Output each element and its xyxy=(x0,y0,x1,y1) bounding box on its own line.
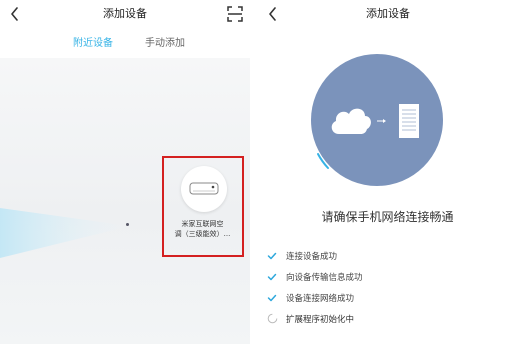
radar-dot xyxy=(126,223,129,226)
loading-spinner-icon xyxy=(266,313,278,325)
device-panel-icon xyxy=(399,104,419,138)
right-screen: 添加设备 请确保手机网络连接畅通 连接设备成功 向设备传输信息成功 设备连接网络… xyxy=(258,0,517,344)
nearby-device-card[interactable]: 米家互联网空 调（三级能效）... xyxy=(164,158,241,254)
tab-manual-add[interactable]: 手动添加 xyxy=(145,34,185,49)
connection-steps: 连接设备成功 向设备传输信息成功 设备连接网络成功 扩展程序初始化中 xyxy=(266,245,506,329)
air-conditioner-icon xyxy=(189,182,219,195)
connection-illustration xyxy=(311,54,443,186)
device-name-line1: 米家互联网空 xyxy=(181,220,224,228)
step-item: 向设备传输信息成功 xyxy=(266,266,506,287)
scan-icon xyxy=(227,6,243,22)
tab-nearby-devices[interactable]: 附近设备 xyxy=(73,34,113,49)
device-name-line2: 调（三级能效）... xyxy=(174,230,231,238)
step-label: 连接设备成功 xyxy=(286,251,338,262)
step-label: 设备连接网络成功 xyxy=(286,293,355,304)
left-back-button[interactable] xyxy=(4,3,26,25)
left-header: 添加设备 xyxy=(0,0,250,28)
step-item: 设备连接网络成功 xyxy=(266,287,506,308)
arrow-right-icon xyxy=(377,119,386,123)
step-label: 扩展程序初始化中 xyxy=(286,314,355,325)
left-page-title: 添加设备 xyxy=(103,7,147,20)
connection-status-title: 请确保手机网络连接畅通 xyxy=(321,210,454,224)
cloud-icon xyxy=(331,108,371,134)
chevron-left-icon xyxy=(11,7,18,21)
left-screen: 添加设备 附近设备 手动添加 米家互联网空 调（三级能效）... xyxy=(0,0,250,344)
check-icon xyxy=(266,271,278,283)
chevron-left-icon xyxy=(269,7,276,21)
device-icon-circle xyxy=(181,166,227,212)
check-icon xyxy=(266,292,278,304)
right-back-button[interactable] xyxy=(262,3,284,25)
step-label: 向设备传输信息成功 xyxy=(286,272,363,283)
right-page-title: 添加设备 xyxy=(366,7,410,20)
scan-button[interactable] xyxy=(226,5,244,23)
device-scan-area: 米家互联网空 调（三级能效）... xyxy=(0,58,250,344)
device-name: 米家互联网空 调（三级能效）... xyxy=(166,219,239,239)
device-tabs: 附近设备 手动添加 xyxy=(0,34,250,56)
device-highlight-box: 米家互联网空 调（三级能效）... xyxy=(162,156,244,257)
step-item: 连接设备成功 xyxy=(266,245,506,266)
check-icon xyxy=(266,250,278,262)
step-item: 扩展程序初始化中 xyxy=(266,308,506,329)
